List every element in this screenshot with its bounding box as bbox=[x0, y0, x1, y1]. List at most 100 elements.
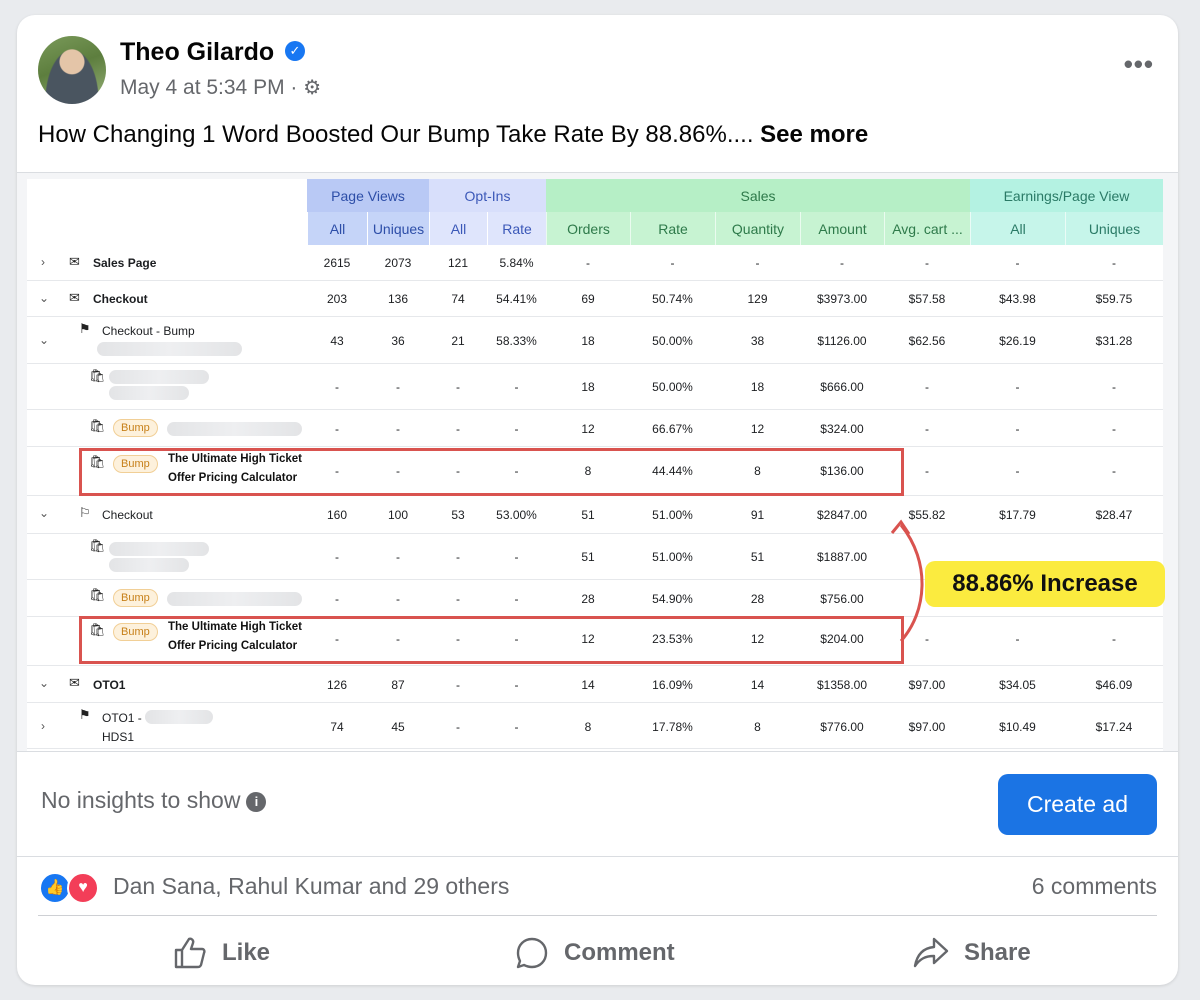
table-cell: 36 bbox=[391, 334, 405, 348]
table-cell: - bbox=[1112, 422, 1116, 436]
highlight-box bbox=[79, 616, 904, 664]
redacted-text bbox=[97, 342, 242, 356]
share-button[interactable]: Share bbox=[912, 933, 1031, 973]
comments-count[interactable]: 6 comments bbox=[1032, 873, 1157, 900]
redacted-text bbox=[109, 370, 209, 384]
insights-text: No insights to show bbox=[41, 787, 241, 813]
table-cell: 45 bbox=[391, 720, 405, 734]
row-label: OTO1 - bbox=[102, 711, 142, 725]
insights-row: No insights to show i bbox=[41, 787, 267, 814]
table-cell: $43.98 bbox=[999, 292, 1036, 306]
subheader-amount: Amount bbox=[800, 212, 884, 245]
report-table: Page Views Opt-Ins Sales Earnings/Page V… bbox=[27, 179, 1165, 751]
chevron-down-icon[interactable]: ⌄ bbox=[39, 506, 49, 520]
love-reaction-icon: ♥ bbox=[67, 872, 99, 904]
table-cell: - bbox=[925, 256, 929, 270]
redacted-text bbox=[109, 558, 189, 572]
table-cell: $10.49 bbox=[999, 720, 1036, 734]
like-button[interactable]: Like bbox=[172, 933, 270, 973]
table-cell: 74 bbox=[451, 292, 465, 306]
redacted-text bbox=[109, 542, 209, 556]
avatar[interactable] bbox=[38, 36, 106, 104]
chevron-down-icon[interactable]: ⌄ bbox=[39, 291, 49, 305]
table-cell: 51 bbox=[581, 550, 595, 564]
shopping-bag-icon: 🛍 bbox=[89, 587, 106, 602]
shopping-bag-icon: 🛍 bbox=[89, 368, 106, 383]
table-cell: - bbox=[586, 256, 590, 270]
header-page-views: Page Views bbox=[307, 179, 429, 212]
post-card: Theo Gilardo ✓ May 4 at 5:34 PM · ⚙ ••• … bbox=[17, 15, 1178, 985]
table-cell: $776.00 bbox=[820, 720, 864, 734]
redacted-text bbox=[145, 710, 213, 724]
post-timestamp[interactable]: May 4 at 5:34 PM bbox=[120, 76, 285, 99]
table-row[interactable]: ⌄ ⚑ Checkout - Bump 43 36 21 58.33% 18 5… bbox=[27, 317, 1163, 364]
table-cell: $1358.00 bbox=[816, 678, 868, 692]
table-cell: - bbox=[840, 256, 844, 270]
chevron-right-icon[interactable]: › bbox=[41, 719, 45, 733]
table-cell: 18 bbox=[581, 380, 595, 394]
like-icon bbox=[174, 937, 206, 969]
table-cell: - bbox=[396, 592, 400, 606]
table-cell: - bbox=[456, 422, 460, 436]
table-cell: $62.56 bbox=[908, 334, 946, 348]
post-text: How Changing 1 Word Boosted Our Bump Tak… bbox=[38, 121, 868, 149]
table-cell: $17.79 bbox=[999, 508, 1036, 522]
table-cell: - bbox=[456, 720, 460, 734]
share-label: Share bbox=[964, 939, 1031, 966]
chevron-down-icon[interactable]: ⌄ bbox=[39, 676, 49, 690]
subheader-avg-cart: Avg. cart ... bbox=[884, 212, 970, 245]
table-cell: 51.00% bbox=[652, 550, 693, 564]
mail-icon: ✉ bbox=[69, 290, 80, 305]
share-icon bbox=[913, 937, 949, 968]
mail-icon: ✉ bbox=[69, 254, 80, 269]
mail-icon: ✉ bbox=[69, 675, 80, 690]
row-label: OTO1 bbox=[93, 678, 126, 692]
table-cell: - bbox=[396, 550, 400, 564]
create-ad-button[interactable]: Create ad bbox=[998, 774, 1157, 835]
table-cell: 121 bbox=[447, 256, 469, 270]
table-row[interactable]: 🛍 - - - - 18 50.00% 18 $666.00 - - - bbox=[27, 364, 1163, 410]
chevron-down-icon[interactable]: ⌄ bbox=[39, 333, 49, 347]
table-cell: 21 bbox=[451, 334, 465, 348]
table-cell: 12 bbox=[581, 422, 595, 436]
table-cell: - bbox=[1015, 632, 1020, 646]
table-cell: 43 bbox=[330, 334, 344, 348]
post-image[interactable]: Page Views Opt-Ins Sales Earnings/Page V… bbox=[17, 172, 1178, 752]
table-cell: - bbox=[335, 380, 339, 394]
table-row[interactable]: ⌄ ✉ OTO1 126 87 - - 14 16.09% 14 $1358.0… bbox=[27, 666, 1163, 703]
row-label: Checkout - Bump bbox=[102, 324, 195, 338]
chevron-right-icon[interactable]: › bbox=[41, 255, 45, 269]
table-cell: $324.00 bbox=[820, 422, 864, 436]
table-cell: $1887.00 bbox=[816, 550, 868, 564]
subheader-orders: Orders bbox=[546, 212, 630, 245]
table-row[interactable]: › ✉ Sales Page 2615 2073 121 5.84% - - -… bbox=[27, 245, 1163, 281]
author-name[interactable]: Theo Gilardo bbox=[120, 38, 274, 67]
table-cell: 126 bbox=[326, 678, 348, 692]
flag-outline-icon: ⚐ bbox=[79, 505, 91, 520]
gear-icon[interactable]: ⚙ bbox=[303, 77, 321, 99]
table-cell: 54.41% bbox=[496, 292, 537, 306]
divider bbox=[17, 856, 1178, 857]
highlight-box bbox=[79, 448, 904, 496]
table-cell: - bbox=[335, 592, 339, 606]
table-row[interactable]: 🛍 Bump - - - - 12 66.67% 12 $324.00 - - … bbox=[27, 410, 1163, 447]
comment-button[interactable]: Comment bbox=[514, 933, 675, 973]
table-cell: 50.00% bbox=[652, 334, 693, 348]
table-row[interactable]: › ⚑ OTO1 - HDS1 74 45 - - 8 17.78% 8 $77… bbox=[27, 703, 1163, 749]
subheader-pv-uniques: Uniques bbox=[367, 212, 429, 245]
more-options-icon[interactable]: ••• bbox=[1124, 49, 1154, 80]
info-icon[interactable]: i bbox=[246, 792, 267, 812]
redacted-text bbox=[167, 422, 302, 436]
table-cell: $756.00 bbox=[820, 592, 864, 606]
table-cell: - bbox=[670, 256, 675, 270]
reactors-text[interactable]: Dan Sana, Rahul Kumar and 29 others bbox=[113, 873, 509, 900]
header-earnings: Earnings/Page View bbox=[970, 179, 1163, 212]
table-cell: $2847.00 bbox=[816, 508, 868, 522]
table-cell: 100 bbox=[387, 508, 409, 522]
subheader-epv-all: All bbox=[970, 212, 1065, 245]
table-cell: 8 bbox=[584, 720, 592, 734]
see-more-link[interactable]: See more bbox=[760, 121, 868, 148]
table-cell: 51 bbox=[750, 550, 765, 564]
table-row[interactable]: ⌄ ⚐ Checkout 160 100 53 53.00% 51 51.00%… bbox=[27, 496, 1163, 534]
table-row[interactable]: ⌄ ✉ Checkout 203 136 74 54.41% 69 50.74%… bbox=[27, 281, 1163, 317]
